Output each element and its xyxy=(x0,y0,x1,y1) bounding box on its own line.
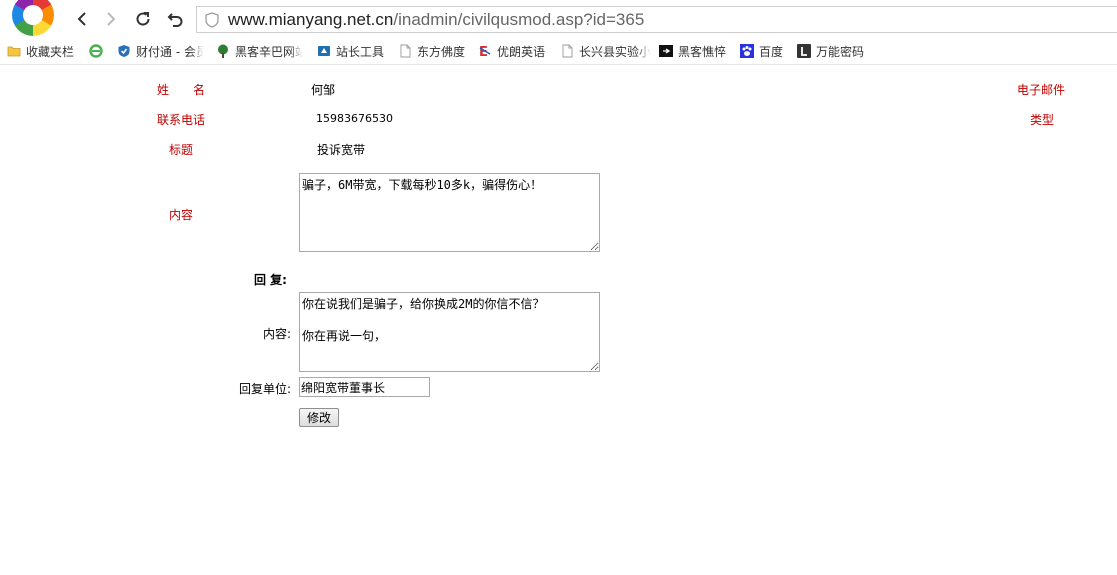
bookmark-label: 万能密码 xyxy=(816,44,865,59)
content-label: 内容 xyxy=(169,208,194,222)
shield-icon xyxy=(118,45,130,57)
forward-icon[interactable] xyxy=(100,8,122,30)
paw-icon xyxy=(740,44,754,58)
reply-content-textarea[interactable]: 你在说我们是骗子，给你换成2M的你信不信？ 你在再说一句， xyxy=(299,292,600,372)
bookmark-label: 长兴县实验小 xyxy=(579,44,651,59)
bookmark-label: 站长工具 xyxy=(336,44,385,59)
l-icon xyxy=(797,44,811,58)
phone-label: 联系电话 xyxy=(157,113,206,127)
bookmark-label: 黑客憔悴 xyxy=(678,44,727,59)
reply-unit-label: 回复单位: xyxy=(239,382,292,396)
black-icon xyxy=(659,45,673,57)
modify-button[interactable]: 修改 xyxy=(299,408,339,427)
title-value: 投诉宽带 xyxy=(317,143,366,157)
bookmark-baidu[interactable]: 百度 xyxy=(740,41,783,61)
bookmark-label: 优朗英语 xyxy=(497,44,546,59)
folder-icon xyxy=(7,46,21,57)
bookmark-webmaster-tools[interactable]: 站长工具 xyxy=(317,41,384,61)
security-shield-icon xyxy=(205,12,219,31)
bookmark-youlang-english[interactable]: E 优朗英语 xyxy=(478,41,545,61)
reply-heading: 回 复: xyxy=(254,273,287,287)
page-icon xyxy=(562,44,573,58)
tool-icon xyxy=(318,46,330,56)
page-icon xyxy=(400,44,411,58)
back-icon[interactable] xyxy=(71,8,93,30)
bookmark-tenpay[interactable]: 财付通 - 会员 xyxy=(117,41,204,61)
reply-unit-input[interactable] xyxy=(299,377,430,397)
phone-value: 15983676530 xyxy=(316,112,393,125)
bookmark-label: 百度 xyxy=(759,44,784,59)
url-text[interactable]: www.mianyang.net.cn/inadmin/civilqusmod.… xyxy=(228,10,644,30)
bookmark-universal-password[interactable]: 万能密码 xyxy=(797,41,864,61)
bookmark-label: 黑客辛巴网站 xyxy=(235,44,303,59)
bookmark-favorites-bar[interactable]: 收藏夹栏 xyxy=(7,41,74,61)
bookmark-label: 东方佛度 xyxy=(417,44,466,59)
bookmark-dongfang[interactable]: 东方佛度 xyxy=(398,41,465,61)
bookmark-ie[interactable] xyxy=(89,41,108,61)
refresh-icon[interactable] xyxy=(132,8,154,30)
bookmark-hacker-qiaocui[interactable]: 黑客憔悴 xyxy=(659,41,726,61)
url-host: www.mianyang.net.cn xyxy=(228,10,394,29)
url-path: /inadmin/civilqusmod.asp?id=365 xyxy=(393,10,645,29)
reply-content-label: 内容: xyxy=(263,327,292,341)
e-icon: E xyxy=(479,45,491,58)
browser-logo-icon xyxy=(12,0,54,36)
name-value: 何邹 xyxy=(311,83,336,97)
bookmark-changxing-school[interactable]: 长兴县实验小 xyxy=(560,41,651,61)
address-bar[interactable]: www.mianyang.net.cn/inadmin/civilqusmod.… xyxy=(196,6,1117,33)
ie-icon xyxy=(89,44,103,58)
bookmark-label: 财付通 - 会员 xyxy=(136,44,204,59)
name-label: 姓 名 xyxy=(157,83,206,97)
type-label: 类型 xyxy=(1030,113,1055,127)
bookmarks-bar: 收藏夹栏 财付通 - 会员 黑客辛巴网站 站长工具 东方佛度 E 优朗英语 长兴… xyxy=(0,38,1117,65)
tree-icon xyxy=(218,44,228,58)
bookmark-label: 收藏夹栏 xyxy=(26,44,75,59)
undo-icon[interactable] xyxy=(165,8,187,30)
browser-toolbar: www.mianyang.net.cn/inadmin/civilqusmod.… xyxy=(0,0,1117,38)
content-textarea[interactable]: 骗子，6M带宽，下载每秒10多k，骗得伤心！ xyxy=(299,173,600,252)
email-label: 电子邮件 xyxy=(1017,83,1066,97)
title-label: 标题 xyxy=(169,143,194,157)
bookmark-hacker-simba[interactable]: 黑客辛巴网站 xyxy=(216,41,303,61)
